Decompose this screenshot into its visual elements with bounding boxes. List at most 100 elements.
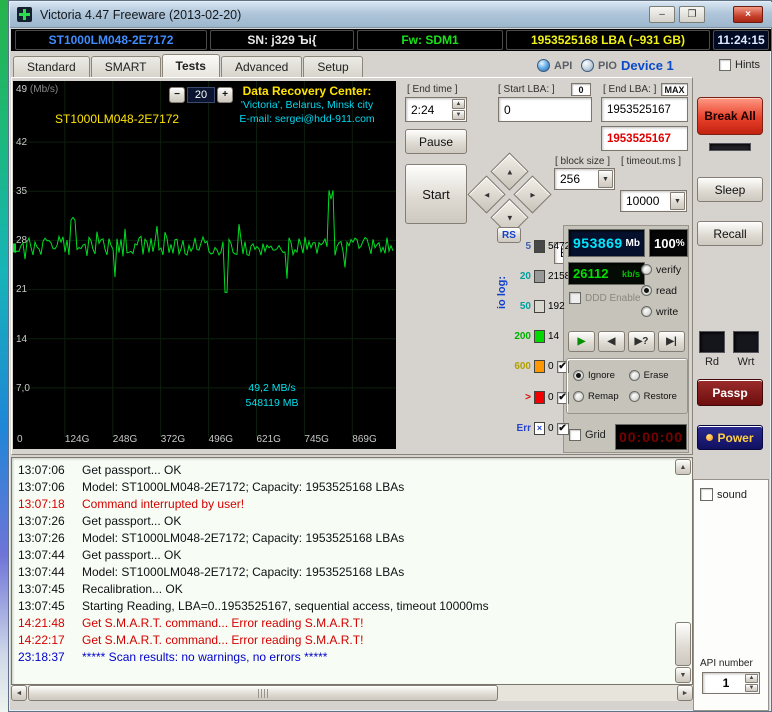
log-horizontal-scrollbar[interactable]: ◄ ► (11, 685, 693, 701)
tab-advanced[interactable]: Advanced (220, 56, 303, 77)
log-entry: 13:07:44 Model: ST1000LM048-2E7172; Capac… (18, 565, 670, 582)
x-axis-tick: 745G (304, 434, 329, 445)
chevron-down-icon[interactable]: ▼ (670, 192, 685, 210)
log-timestamp: 13:07:06 (18, 480, 65, 494)
sleep-button[interactable]: Sleep (697, 177, 763, 202)
grid-checkbox[interactable]: Grid (569, 429, 606, 441)
seek-end-button[interactable]: ▶| (658, 331, 685, 352)
timing-count: 0 (548, 361, 554, 372)
y-axis-max-label: 49 (Mb/s) (16, 84, 59, 95)
down-arrow-icon: ▼ (505, 212, 514, 222)
pio-label: PIO (598, 59, 617, 72)
end-time-spinner[interactable]: 2:24 ▲ ▼ (405, 97, 467, 122)
pio-radio[interactable]: PIO (581, 59, 617, 72)
timing-label: Err (516, 423, 531, 434)
log-timestamp: 14:22:17 (18, 633, 65, 647)
log-area[interactable]: 13:07:06 Get passport... OK 13:07:06 Model:… (11, 457, 693, 685)
start-button[interactable]: Start (405, 164, 467, 224)
ddd-checkbox-box[interactable] (569, 292, 581, 304)
api-number-label: API number (700, 658, 753, 669)
jog-control: ▲ ◄ ► ▼ (467, 152, 552, 237)
defect-radio-remap[interactable]: Remap (573, 386, 623, 407)
scroll-right-icon[interactable]: ► (677, 685, 693, 701)
io-log-label: io log: (496, 276, 508, 309)
start-lba-zero-button[interactable]: 0 (571, 83, 591, 96)
speed-trace-svg (13, 81, 396, 437)
mode-radio-verify[interactable]: verify (641, 259, 681, 280)
current-lba-display[interactable]: 1953525167 (601, 126, 688, 151)
sound-checkbox-box[interactable] (700, 488, 713, 501)
log-message: Get passport... OK (82, 514, 182, 528)
log-message: Get S.M.A.R.T. command... Error reading … (82, 616, 364, 630)
mode-radio-write[interactable]: write (641, 301, 681, 322)
end-lba-input[interactable]: 1953525167 (601, 97, 688, 122)
defect-radio-ignore[interactable]: Ignore (573, 365, 623, 386)
sound-checkbox[interactable]: sound (700, 488, 747, 501)
timing-label: 5 (525, 241, 531, 252)
timer-display: 00:00:00 (615, 424, 687, 450)
zoom-out-button[interactable]: − (169, 86, 185, 103)
api-radio[interactable]: API (537, 59, 572, 72)
victoria-window: Victoria 4.47 Freeware (2013-02-20) – ❐ … (8, 0, 772, 712)
api-down-icon[interactable]: ▼ (745, 683, 758, 692)
drive-serial: SN: j329 Ъі{ (210, 30, 354, 50)
drive-capacity: 1953525168 LBA (~931 GB) (506, 30, 710, 50)
tab-strip: Standard SMART Tests Advanced Setup (13, 54, 364, 77)
seek-question-button[interactable]: ▶? (628, 331, 655, 352)
hints-checkbox[interactable]: Hints (719, 59, 760, 71)
tab-tests[interactable]: Tests (161, 54, 220, 77)
vertical-scroll-thumb[interactable] (675, 622, 691, 666)
seek-end-icon: ▶| (666, 335, 677, 347)
chevron-down-icon[interactable]: ▼ (598, 170, 613, 188)
block-size-select[interactable]: 256 ▼ (554, 168, 615, 190)
end-time-label: [ End time ] (407, 84, 458, 95)
play-button[interactable]: ▶ (568, 331, 595, 352)
scroll-left-icon[interactable]: ◄ (11, 685, 27, 701)
activity-led-strip (709, 143, 751, 151)
defect-radio-restore[interactable]: Restore (628, 386, 681, 407)
maximize-button[interactable]: ❐ (679, 6, 705, 23)
right-arrow-icon: ► (528, 189, 537, 199)
end-lba-label: [ End LBA: ] (603, 84, 657, 95)
log-message: Get S.M.A.R.T. command... Error reading … (82, 633, 364, 647)
max-lba-button[interactable]: MAX (661, 83, 688, 96)
log-vertical-scrollbar[interactable]: ▲ ▼ (675, 459, 691, 683)
defect-radio-erase[interactable]: Erase (628, 365, 681, 386)
y-axis-tick: 7,0 (16, 383, 30, 394)
break-all-button[interactable]: Break All (697, 97, 763, 135)
banner-line1: Data Recovery Center: (242, 84, 372, 98)
block-size-label: [ block size ] (555, 156, 611, 167)
log-timestamp: 13:07:06 (18, 463, 65, 477)
percent-unit: % (675, 237, 685, 249)
api-up-icon[interactable]: ▲ (745, 674, 758, 683)
start-lba-input[interactable]: 0 (498, 97, 592, 122)
api-number-spinner[interactable]: 1 ▲ ▼ (702, 672, 760, 694)
close-button[interactable]: × (733, 6, 763, 23)
scroll-up-icon[interactable]: ▲ (675, 459, 691, 475)
step-back-button[interactable]: ◀ (598, 331, 625, 352)
grid-checkbox-box[interactable] (569, 429, 581, 441)
recall-button[interactable]: Recall (697, 221, 763, 246)
ddd-enable-checkbox[interactable]: DDD Enable (569, 292, 641, 304)
passport-button[interactable]: Passp (697, 379, 763, 406)
end-time-down-icon[interactable]: ▼ (452, 110, 465, 120)
banner-text: Data Recovery Center: 'Victoria', Belaru… (221, 84, 393, 126)
end-time-up-icon[interactable]: ▲ (452, 99, 465, 109)
minimize-button[interactable]: – (649, 6, 675, 23)
progress-mb-display: 953869 Mb (568, 229, 645, 257)
timeout-select[interactable]: 10000 ▼ (620, 190, 687, 212)
horizontal-scroll-thumb[interactable] (28, 685, 498, 701)
mode-radio-read[interactable]: read (641, 280, 681, 301)
hints-checkbox-box[interactable] (719, 59, 731, 71)
scroll-down-icon[interactable]: ▼ (675, 667, 691, 683)
timing-row->: >0 ✔ (509, 390, 569, 405)
graph-canvas[interactable]: 49 (Mb/s) − 20 + Data Recovery Center: '… (13, 81, 396, 449)
tab-standard[interactable]: Standard (13, 56, 90, 77)
timing-checkbox-err[interactable]: ✔ (556, 422, 569, 435)
power-button[interactable]: Power (697, 425, 763, 450)
banner-line3: E-mail: sergei@hdd-911.com (239, 113, 375, 125)
tab-smart[interactable]: SMART (90, 56, 161, 77)
pause-button[interactable]: Pause (405, 129, 467, 154)
tab-setup[interactable]: Setup (303, 56, 363, 77)
log-message: Model: ST1000LM048-2E7172; Capacity: 195… (82, 531, 405, 545)
